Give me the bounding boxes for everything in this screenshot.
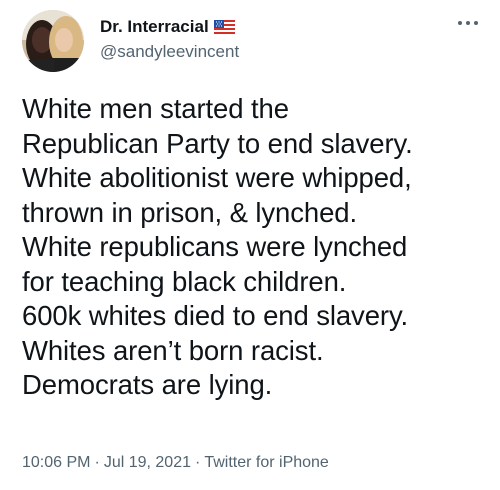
tweet-time[interactable]: 10:06 PM bbox=[22, 454, 90, 472]
tweet-line: thrown in prison, & lynched. bbox=[22, 196, 358, 228]
tweet-line: Whites aren’t born racist. bbox=[22, 334, 324, 366]
user-names: Dr. Interracial @sandyleevincent bbox=[100, 16, 400, 62]
tweet-line: White abolitionist were whipped, bbox=[22, 162, 412, 193]
avatar[interactable] bbox=[22, 10, 84, 72]
tweet-source[interactable]: Twitter for iPhone bbox=[204, 454, 329, 472]
tweet-line: White men started the bbox=[22, 93, 289, 124]
tweet-line: Democrats are lying. bbox=[22, 369, 273, 400]
meta-separator: · bbox=[195, 454, 201, 471]
tweet-line: for teaching black children. bbox=[22, 265, 347, 297]
tweet-line: White republicans were lynched bbox=[22, 231, 408, 262]
avatar-photo-icon bbox=[22, 10, 84, 72]
tweet-header: Dr. Interracial @sandyleevincent bbox=[22, 10, 482, 72]
tweet: Dr. Interracial @sandyleevincent White m… bbox=[0, 0, 500, 490]
display-name[interactable]: Dr. Interracial bbox=[100, 17, 209, 37]
tweet-line: 600k whites died to end slavery. bbox=[22, 300, 409, 331]
tweet-meta: 10:06 PM · Jul 19, 2021 · Twitter for iPhone bbox=[22, 454, 329, 472]
us-flag-icon bbox=[213, 20, 235, 34]
tweet-date[interactable]: Jul 19, 2021 bbox=[104, 454, 191, 472]
meta-separator: · bbox=[94, 454, 100, 471]
user-handle[interactable]: @sandyleevincent bbox=[100, 42, 400, 62]
tweet-text: White men started the Republican Party t… bbox=[22, 92, 492, 403]
more-options-icon[interactable] bbox=[456, 16, 480, 30]
display-name-row: Dr. Interracial bbox=[100, 16, 400, 38]
tweet-line: Republican Party to end slavery. bbox=[22, 127, 413, 159]
